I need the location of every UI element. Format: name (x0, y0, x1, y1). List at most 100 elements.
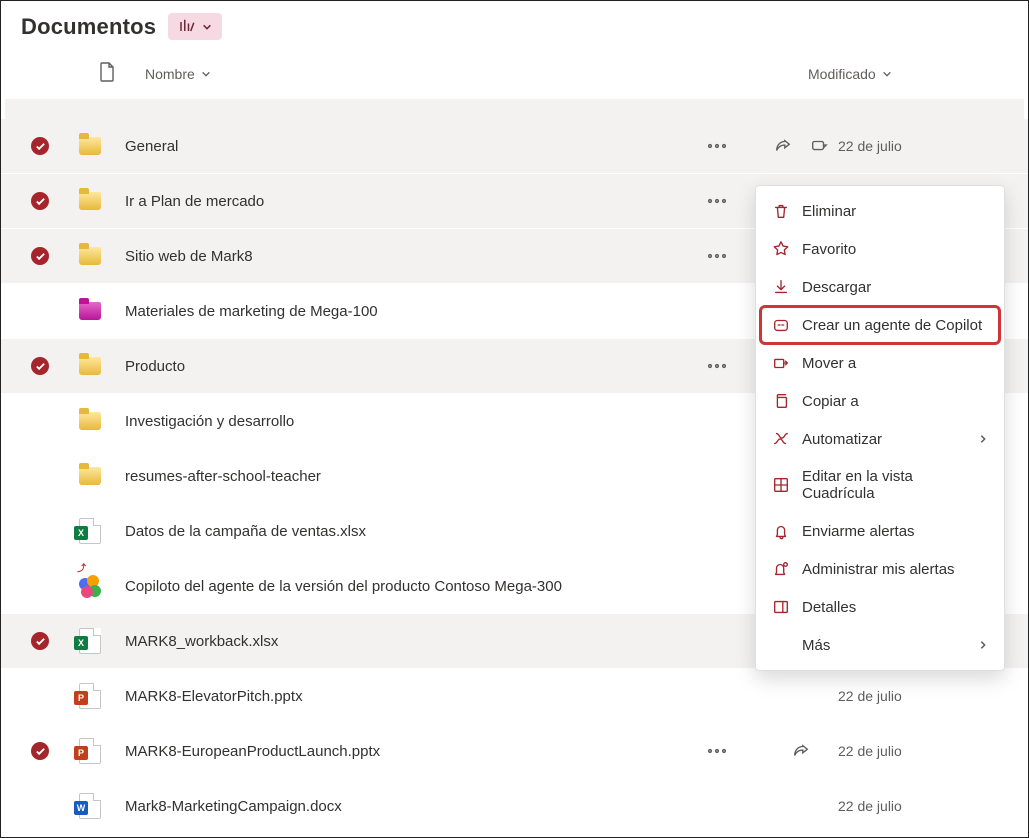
ctx-item-favorite[interactable]: Favorito (756, 230, 1004, 268)
library-view-switch-button[interactable] (168, 13, 222, 40)
ctx-item-copyto[interactable]: Copiar a (756, 382, 1004, 420)
ctx-item-label: Eliminar (802, 203, 856, 220)
column-header-name-label: Nombre (145, 66, 195, 82)
ctx-item-label: Mover a (802, 355, 856, 372)
selection-cell[interactable] (1, 192, 79, 210)
list-item[interactable]: W Mark8-MarketingCampaign.docx 22 de jul… (1, 779, 1028, 834)
word-file-icon: W (79, 793, 101, 819)
ctx-item-moveto[interactable]: Mover a (756, 344, 1004, 382)
more-options-button[interactable] (704, 249, 730, 263)
chevron-down-icon (201, 66, 211, 82)
item-name[interactable]: MARK8-ElevatorPitch.pptx (125, 688, 670, 705)
file-icon-cell (79, 247, 125, 265)
item-name[interactable]: General (125, 138, 670, 155)
bell-gear-icon (772, 560, 790, 578)
folder-icon (79, 192, 101, 210)
item-name[interactable]: Sitio web de Mark8 (125, 248, 670, 265)
item-name[interactable]: Mark8-MarketingCampaign.docx (125, 798, 670, 815)
move-icon (772, 354, 790, 372)
more-options-button[interactable] (704, 139, 730, 153)
ctx-item-download[interactable]: Descargar (756, 268, 1004, 306)
more-options-button[interactable] (704, 744, 730, 758)
row-more-actions[interactable] (670, 359, 764, 373)
column-header-modified-label: Modificado (808, 66, 876, 82)
ctx-item-label: Más (802, 637, 830, 654)
column-header-name[interactable]: Nombre (145, 66, 808, 82)
ctx-item-delete[interactable]: Eliminar (756, 192, 1004, 230)
ctx-item-copilot[interactable]: Crear un agente de Copilot (762, 308, 998, 342)
ctx-item-alertme[interactable]: Enviarme alertas (756, 512, 1004, 550)
file-icon-cell (79, 412, 125, 430)
selected-indicator-icon[interactable] (31, 742, 49, 760)
folder-icon (79, 137, 101, 155)
row-more-actions[interactable] (670, 139, 764, 153)
powerpoint-file-icon: P (79, 683, 101, 709)
stacks-icon (178, 17, 196, 36)
selected-indicator-icon[interactable] (31, 247, 49, 265)
ctx-item-label: Descargar (802, 279, 871, 296)
item-name[interactable]: Investigación y desarrollo (125, 413, 670, 430)
library-header: Documentos (1, 1, 1028, 56)
copilot-icon (79, 575, 101, 597)
row-more-actions[interactable] (670, 744, 764, 758)
selection-cell[interactable] (1, 357, 79, 375)
column-header-modified[interactable]: Modificado (808, 66, 892, 82)
item-name[interactable]: Producto (125, 358, 670, 375)
ctx-item-details[interactable]: Detalles (756, 588, 1004, 626)
item-name[interactable]: Datos de la campaña de ventas.xlsx (125, 523, 670, 540)
item-name[interactable]: Copiloto del agente de la versión del pr… (125, 578, 670, 595)
star-icon (772, 240, 790, 258)
pin-button[interactable] (806, 133, 832, 159)
file-icon-cell: P (79, 738, 125, 764)
file-icon-cell: X (79, 518, 125, 544)
column-header-row: Nombre Modificado (1, 56, 1028, 99)
list-item[interactable]: P MARK8-ElevatorPitch.pptx 22 de julio (1, 669, 1028, 724)
excel-file-icon: X (79, 628, 101, 654)
ctx-item-automate[interactable]: Automatizar (756, 420, 1004, 458)
copilot-agent-icon (772, 316, 790, 334)
row-quick-actions (764, 133, 838, 159)
selected-indicator-icon[interactable] (31, 137, 49, 155)
ctx-item-more[interactable]: Más (756, 626, 1004, 664)
more-options-button[interactable] (704, 194, 730, 208)
selection-cell[interactable] (1, 632, 79, 650)
chevron-down-icon (202, 19, 212, 35)
ctx-item-label: Enviarme alertas (802, 523, 915, 540)
selection-cell[interactable] (1, 742, 79, 760)
folder-icon (79, 412, 101, 430)
list-item[interactable]: General 22 de julio (1, 119, 1028, 174)
item-modified-date: 22 de julio (838, 688, 1008, 704)
item-name[interactable]: Ir a Plan de mercado (125, 193, 670, 210)
item-name[interactable]: MARK8-EuropeanProductLaunch.pptx (125, 743, 670, 760)
grid-icon (772, 476, 790, 494)
ctx-item-gridedit[interactable]: Editar en la vista Cuadrícula (756, 458, 1004, 512)
ctx-item-label: Detalles (802, 599, 856, 616)
file-type-column-icon[interactable] (99, 62, 145, 85)
list-item[interactable]: P MARK8-EuropeanProductLaunch.pptx 22 de… (1, 724, 1028, 779)
row-more-actions[interactable] (670, 249, 764, 263)
share-button[interactable] (770, 133, 796, 159)
folder-icon (79, 357, 101, 375)
ctx-item-managealerts[interactable]: Administrar mis alertas (756, 550, 1004, 588)
selection-cell[interactable] (1, 247, 79, 265)
item-modified-date: 22 de julio (838, 743, 1008, 759)
header-divider-strip (5, 99, 1024, 119)
selected-indicator-icon[interactable] (31, 357, 49, 375)
chevron-down-icon (882, 66, 892, 82)
folder-icon (79, 302, 101, 320)
share-button[interactable] (788, 738, 814, 764)
chevron-right-icon (978, 637, 988, 654)
file-icon-cell: ⤴ (79, 575, 125, 597)
selected-indicator-icon[interactable] (31, 632, 49, 650)
row-quick-actions (764, 738, 838, 764)
panel-icon (772, 598, 790, 616)
selected-indicator-icon[interactable] (31, 192, 49, 210)
item-name[interactable]: Materiales de marketing de Mega-100 (125, 303, 670, 320)
file-icon-cell (79, 302, 125, 320)
row-more-actions[interactable] (670, 194, 764, 208)
more-options-button[interactable] (704, 359, 730, 373)
item-name[interactable]: resumes-after-school-teacher (125, 468, 670, 485)
item-modified-date: 22 de julio (838, 138, 1008, 154)
selection-cell[interactable] (1, 137, 79, 155)
item-name[interactable]: MARK8_workback.xlsx (125, 633, 670, 650)
